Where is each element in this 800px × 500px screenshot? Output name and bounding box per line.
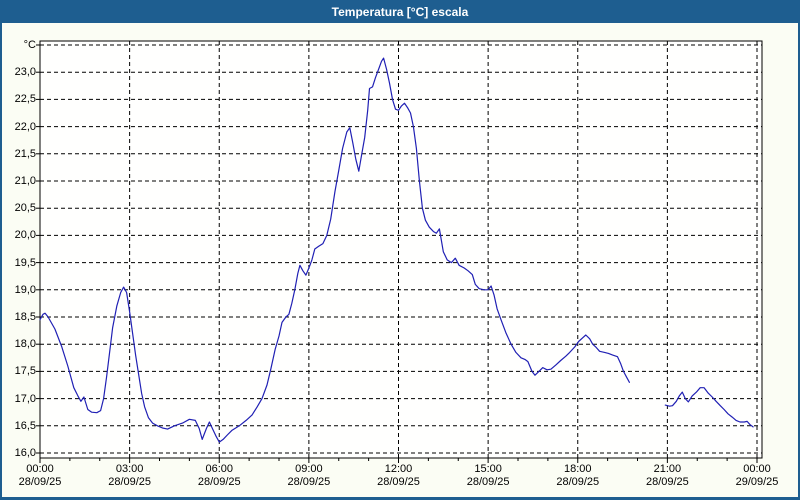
temperature-chart	[0, 0, 800, 500]
plot-area	[40, 41, 762, 458]
app-window: Temperatura [°C] escala °C23,022,522,021…	[0, 0, 800, 500]
